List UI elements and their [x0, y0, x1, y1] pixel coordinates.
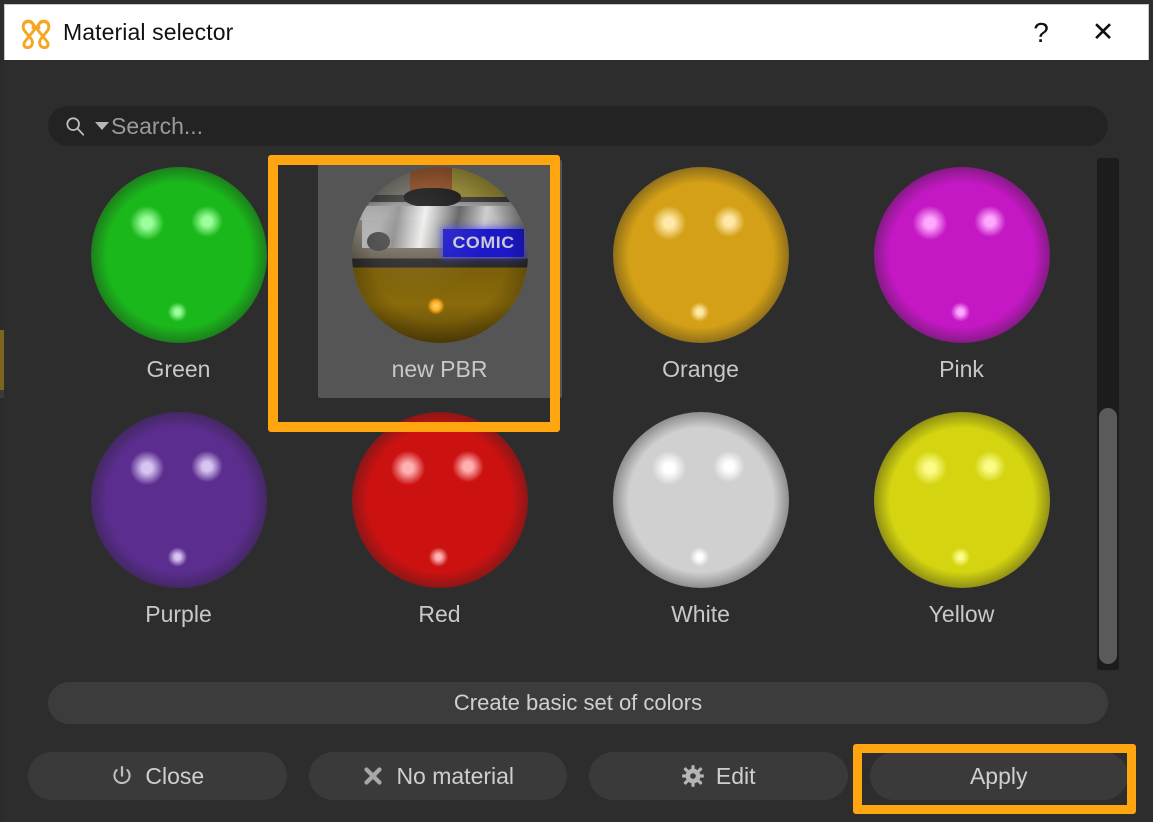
sphere-green	[91, 167, 267, 343]
title-bar: Material selector ? ✕	[4, 4, 1149, 60]
no-material-button-label: No material	[396, 763, 514, 790]
close-button[interactable]: Close	[28, 752, 287, 800]
material-preview	[867, 405, 1057, 595]
apply-button-label: Apply	[970, 763, 1028, 790]
sphere-pbr-textured: COMIC	[352, 167, 528, 343]
sphere-red	[352, 412, 528, 588]
search-input[interactable]: Search...	[48, 106, 1108, 146]
material-label: Purple	[145, 601, 211, 628]
chevron-down-icon[interactable]	[95, 122, 109, 130]
close-button-label: Close	[145, 763, 204, 790]
material-tile-green[interactable]: Green	[48, 158, 309, 399]
close-window-button[interactable]: ✕	[1072, 6, 1134, 60]
dialog-body: Search... y y	[4, 60, 1149, 818]
material-tile-yellow[interactable]: Yellow	[831, 399, 1092, 644]
material-grid-viewport: y y Green	[48, 158, 1108, 670]
material-preview	[84, 405, 274, 595]
search-row: Search...	[48, 106, 1108, 146]
sphere-purple	[91, 412, 267, 588]
sphere-orange	[613, 167, 789, 343]
material-label: Orange	[662, 356, 739, 383]
material-tile-white[interactable]: White	[570, 399, 831, 644]
material-label: White	[671, 601, 730, 628]
material-label: Pink	[939, 356, 984, 383]
material-tile-pink[interactable]: Pink	[831, 158, 1092, 399]
window-title: Material selector	[63, 19, 233, 46]
material-tile-purple[interactable]: Purple	[48, 399, 309, 644]
gear-icon	[681, 764, 705, 788]
sphere-pink	[874, 167, 1050, 343]
no-material-button[interactable]: No material	[309, 752, 568, 800]
edit-button-label: Edit	[716, 763, 756, 790]
material-preview	[606, 160, 796, 350]
material-preview: COMIC	[345, 160, 535, 350]
grid-scrollbar[interactable]	[1097, 158, 1119, 670]
create-basic-set-button[interactable]: Create basic set of colors	[48, 682, 1108, 724]
material-grid: y y Green	[48, 158, 1092, 644]
cross-star-icon	[361, 764, 385, 788]
material-preview	[606, 405, 796, 595]
material-preview	[867, 160, 1057, 350]
sphere-white	[613, 412, 789, 588]
search-icon	[64, 115, 86, 137]
edit-button[interactable]: Edit	[589, 752, 848, 800]
material-label: Yellow	[929, 601, 995, 628]
help-button[interactable]: ?	[1010, 6, 1072, 60]
material-label: Red	[418, 601, 460, 628]
sphere-yellow	[874, 412, 1050, 588]
material-label: Green	[147, 356, 211, 383]
apply-button[interactable]: Apply	[870, 752, 1129, 800]
knot-logo-icon	[19, 16, 53, 50]
material-selector-window: Material selector ? ✕ Search... y	[0, 0, 1153, 822]
material-tile-new-pbr[interactable]: COMIC new PBR	[309, 158, 570, 399]
search-placeholder: Search...	[111, 113, 203, 140]
material-label: new PBR	[392, 356, 488, 383]
footer-actions: Close No material	[28, 752, 1128, 804]
power-icon	[110, 764, 134, 788]
material-preview	[345, 405, 535, 595]
material-tile-red[interactable]: Red	[309, 399, 570, 644]
material-tile-orange[interactable]: Orange	[570, 158, 831, 399]
grid-scrollbar-thumb[interactable]	[1099, 408, 1117, 664]
material-preview	[84, 160, 274, 350]
material-grid-rows: Green	[48, 158, 1092, 644]
